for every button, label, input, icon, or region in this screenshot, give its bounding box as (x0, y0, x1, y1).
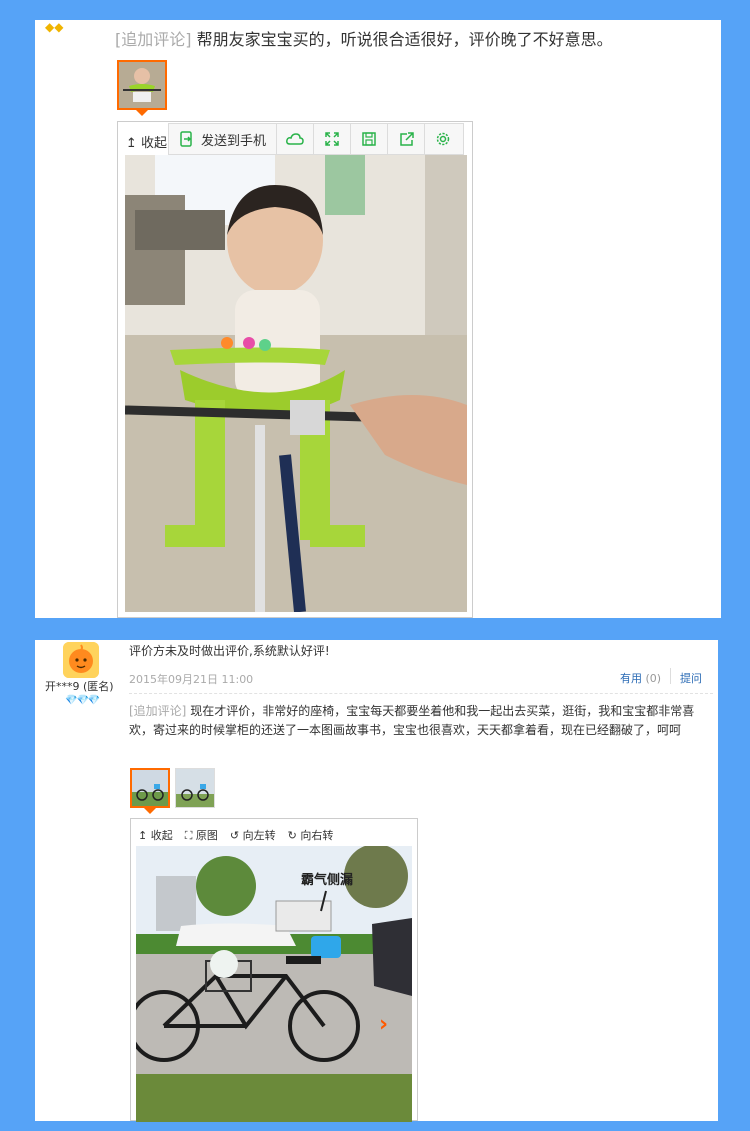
append-comment: [追加评论] 现在才评价，非常好的座椅，宝宝每天都要坐着他和我一起出去买菜，逛街… (129, 702, 713, 740)
thumbnail-image (132, 770, 168, 806)
reviewer-name: 开***9 (匿名) (45, 678, 114, 694)
review-photo-bicycle: 霸气侧漏 › (136, 846, 412, 1122)
useful-button[interactable]: 有用 (0) (620, 670, 661, 686)
save-button[interactable] (351, 124, 389, 154)
anonymous-label: (匿名) (83, 680, 114, 693)
photo-thumbnail-2[interactable] (175, 768, 215, 808)
useful-count: (0) (645, 672, 662, 685)
photo-thumbnail[interactable] (117, 60, 167, 110)
thumbnail-active-indicator (144, 808, 156, 814)
review-date: 2015年09月21日 11:00 (129, 673, 254, 686)
settings-button[interactable] (425, 124, 461, 154)
share-button[interactable] (388, 124, 426, 154)
divider (670, 668, 671, 684)
avatar[interactable] (63, 642, 99, 678)
photo-thumbnail-1[interactable] (130, 768, 170, 808)
next-photo-arrow[interactable]: › (379, 1012, 388, 1037)
send-to-phone-button[interactable]: 发送到手机 (169, 124, 278, 154)
save-icon (362, 132, 376, 146)
review-photo-baby-seat (125, 155, 467, 612)
rotate-left-label: 向左转 (242, 829, 276, 842)
share-icon (399, 132, 414, 146)
rotate-right-button[interactable]: ↻ 向右转 (288, 827, 334, 843)
separator-dashed (129, 693, 713, 694)
viewer-toolbar: ↥ 收起 ⛶ 原图 ↺ 向左转 ↻ 向右转 (138, 827, 333, 843)
append-comment-tag: [追加评论] (129, 704, 187, 718)
original-label: 原图 (195, 829, 218, 842)
cloud-button[interactable] (277, 124, 315, 154)
rotate-left-button[interactable]: ↺ 向左转 (230, 827, 276, 843)
review-panel-2: 开***9 (匿名) 💎💎💎 评价方未及时做出评价,系统默认好评! 2015年0… (35, 640, 718, 1122)
expand-icon (325, 132, 339, 146)
rotate-right-icon: ↻ (287, 829, 297, 842)
photo-viewer: ↥ 收起 ⛶ 原图 ↺ 向左转 ↻ 向右转 霸气侧漏 › (130, 818, 418, 1122)
bicycle-photo: 霸气侧漏 (136, 846, 412, 1122)
thumbnail-image (119, 62, 165, 108)
photo-viewer: ↥ 收起 发送到手机 (117, 121, 473, 618)
cloud-icon (286, 133, 304, 145)
thumbnail-active-indicator (136, 110, 148, 116)
append-comment-text: 现在才评价，非常好的座椅，宝宝每天都要坐着他和我一起出去买菜，逛街，我和宝宝都非… (129, 704, 695, 737)
expand-button[interactable] (314, 124, 352, 154)
thumbnail-image (176, 769, 214, 807)
append-comment-tag: [追加评论] (115, 30, 192, 49)
rotate-left-icon: ↺ (229, 829, 240, 842)
append-comment-line: [追加评论] 帮朋友家宝宝买的，听说很合适很好，评价晚了不好意思。 (115, 26, 613, 50)
browser-image-toolbar: 发送到手机 (168, 123, 464, 155)
settings-icon (436, 132, 450, 146)
photo-caption: 霸气侧漏 (301, 872, 353, 888)
baby-seat-photo (125, 155, 467, 612)
review-panel-1: ◆◆ [追加评论] 帮朋友家宝宝买的，听说很合适很好，评价晚了不好意思。 ↥ 收… (35, 20, 721, 618)
send-to-phone-label: 发送到手机 (201, 133, 267, 149)
collapse-label: 收起 (150, 829, 173, 842)
collapse-button[interactable]: ↥ 收起 (138, 827, 173, 843)
initial-review-text: 评价方未及时做出评价,系统默认好评! (129, 644, 330, 658)
rotate-right-label: 向右转 (300, 829, 334, 842)
useful-label: 有用 (620, 672, 642, 685)
original-image-button[interactable]: ⛶ 原图 (185, 827, 218, 843)
buyer-level-badge: ◆◆ (45, 20, 64, 34)
username: 开***9 (45, 680, 80, 693)
fullscreen-icon: ⛶ (184, 829, 193, 842)
collapse-button[interactable]: ↥ 收起 (126, 132, 167, 151)
ask-question-link[interactable]: 提问 (680, 670, 702, 686)
append-comment-text: 帮朋友家宝宝买的，听说很合适很好，评价晚了不好意思。 (196, 30, 613, 49)
send-to-phone-icon (180, 131, 192, 147)
collapse-label: 收起 (141, 136, 168, 151)
default-avatar-icon (63, 642, 99, 678)
buyer-level-badge: 💎💎💎 (65, 695, 100, 706)
